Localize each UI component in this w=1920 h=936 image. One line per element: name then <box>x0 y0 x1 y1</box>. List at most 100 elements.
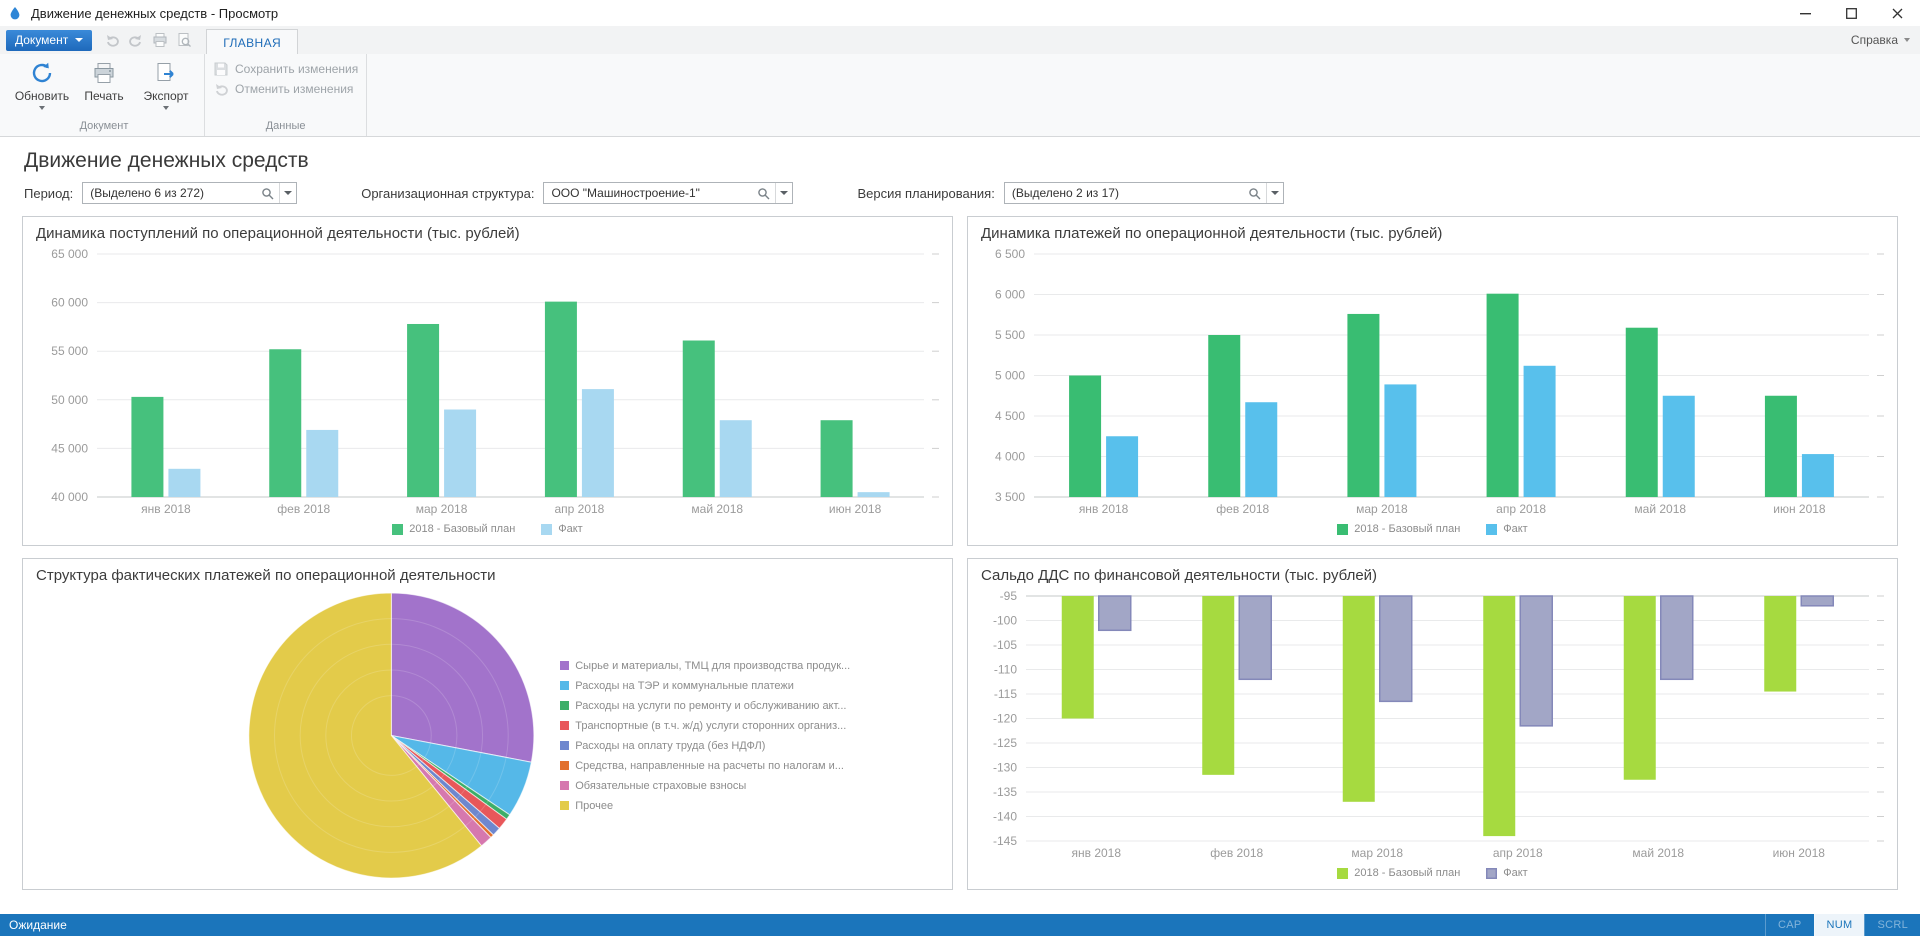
receipts-bar-chart: 40 00045 00050 00055 00060 00065 000янв … <box>33 246 942 519</box>
org-structure-filter-dropdown[interactable]: ООО "Машиностроение-1" <box>543 182 793 204</box>
svg-text:фев 2018: фев 2018 <box>1210 846 1263 860</box>
cancel-changes-label: Отменить изменения <box>235 82 353 96</box>
legend-item: 2018 - Базовый план <box>1337 523 1460 535</box>
chevron-down-icon <box>163 106 169 110</box>
svg-text:4 000: 4 000 <box>995 450 1025 464</box>
chevron-down-icon[interactable] <box>775 183 792 203</box>
svg-text:40 000: 40 000 <box>51 490 88 504</box>
window-controls <box>1782 0 1920 26</box>
legend-item: Расходы на ТЭР и коммунальные платежи <box>560 680 938 692</box>
svg-text:-145: -145 <box>993 834 1017 848</box>
svg-text:5 000: 5 000 <box>995 369 1025 383</box>
svg-text:65 000: 65 000 <box>51 247 88 261</box>
refresh-icon <box>30 60 54 86</box>
minimize-button[interactable] <box>1782 0 1828 26</box>
svg-text:-100: -100 <box>993 614 1017 628</box>
undo-icon[interactable] <box>104 32 120 48</box>
search-icon <box>752 187 775 200</box>
legend-item: 2018 - Базовый план <box>1337 867 1460 879</box>
legend-swatch <box>1337 868 1348 879</box>
filters-row: Период: (Выделено 6 из 272) Организацион… <box>24 182 1898 204</box>
tab-main[interactable]: ГЛАВНАЯ <box>206 29 298 55</box>
ribbon-group-document: Обновить Печать Экспорт <box>4 54 205 136</box>
plan-version-filter-dropdown[interactable]: (Выделено 2 из 17) <box>1004 182 1284 204</box>
quick-access-toolbar <box>104 32 192 48</box>
svg-text:янв 2018: янв 2018 <box>1079 502 1129 516</box>
app-icon <box>8 5 24 21</box>
balance-bar-chart: -145-140-135-130-125-120-115-110-105-100… <box>978 588 1887 863</box>
export-button[interactable]: Экспорт <box>136 57 196 110</box>
filter-value: (Выделено 6 из 272) <box>83 186 256 200</box>
titlebar: Движение денежных средств - Просмотр <box>0 0 1920 26</box>
legend-swatch <box>560 701 569 710</box>
chart-title: Сальдо ДДС по финансовой деятельности (т… <box>981 567 1887 584</box>
main-content: Движение денежных средств Период: (Выдел… <box>0 137 1920 936</box>
svg-text:-115: -115 <box>994 687 1017 701</box>
legend-label: Расходы на оплату труда (без НДФЛ) <box>575 740 765 752</box>
svg-text:55 000: 55 000 <box>51 344 88 358</box>
legend-swatch <box>560 661 569 670</box>
panel-payments-structure: Структура фактических платежей по операц… <box>22 558 953 890</box>
scroll-indicator: SCRL <box>1864 914 1920 936</box>
legend-item: Средства, направленные на расчеты по нал… <box>560 760 938 772</box>
payments-structure-pie-chart <box>33 588 560 883</box>
undo-icon <box>213 81 229 97</box>
filter-plan-version: Версия планирования: (Выделено 2 из 17) <box>857 182 1283 204</box>
search-icon <box>256 187 279 200</box>
legend-label: Обязательные страховые взносы <box>575 780 746 792</box>
legend-item: Факт <box>1486 523 1527 535</box>
cancel-changes-button[interactable]: Отменить изменения <box>213 81 353 97</box>
export-label: Экспорт <box>143 89 188 103</box>
filter-org-structure: Организационная структура: ООО "Машиност… <box>361 182 793 204</box>
svg-text:-110: -110 <box>994 663 1017 677</box>
svg-text:июн 2018: июн 2018 <box>1773 502 1826 516</box>
window-title: Движение денежных средств - Просмотр <box>31 6 278 21</box>
print-icon[interactable] <box>152 32 168 48</box>
help-label: Справка <box>1851 33 1898 47</box>
panel-cash-balance: Сальдо ДДС по финансовой деятельности (т… <box>967 558 1898 890</box>
legend-item: Сырье и материалы, ТМЦ для производства … <box>560 660 938 672</box>
legend-item: 2018 - Базовый план <box>392 523 515 535</box>
refresh-button[interactable]: Обновить <box>12 57 72 110</box>
print-preview-icon[interactable] <box>176 32 192 48</box>
legend-swatch <box>560 741 569 750</box>
legend-swatch <box>560 721 569 730</box>
period-filter-dropdown[interactable]: (Выделено 6 из 272) <box>82 182 297 204</box>
legend-swatch <box>1486 524 1497 535</box>
print-label: Печать <box>84 89 123 103</box>
save-changes-button[interactable]: Сохранить изменения <box>213 61 358 77</box>
charts-row-bottom: Структура фактических платежей по операц… <box>22 558 1898 890</box>
status-text: Ожидание <box>9 918 67 932</box>
close-button[interactable] <box>1874 0 1920 26</box>
svg-text:6 500: 6 500 <box>995 247 1025 261</box>
svg-text:май 2018: май 2018 <box>691 502 743 516</box>
svg-text:янв 2018: янв 2018 <box>1071 846 1121 860</box>
svg-text:-140: -140 <box>993 810 1017 824</box>
legend-label: Средства, направленные на расчеты по нал… <box>575 760 844 772</box>
legend-item: Факт <box>541 523 582 535</box>
redo-icon[interactable] <box>128 32 144 48</box>
legend-label: Прочее <box>575 800 613 812</box>
search-icon <box>1243 187 1266 200</box>
svg-text:апр 2018: апр 2018 <box>554 502 604 516</box>
svg-text:45 000: 45 000 <box>51 441 88 455</box>
document-menu-button[interactable]: Документ <box>6 30 92 51</box>
help-menu[interactable]: Справка <box>1851 33 1910 47</box>
chevron-down-icon[interactable] <box>1266 183 1283 203</box>
legend-label: Факт <box>1503 523 1527 535</box>
page-title: Движение денежных средств <box>24 149 1898 173</box>
chevron-down-icon <box>75 38 83 42</box>
legend-swatch <box>560 781 569 790</box>
ribbon-group-label: Данные <box>213 118 358 136</box>
chart-legend: 2018 - Базовый план Факт <box>33 519 942 539</box>
chevron-down-icon[interactable] <box>279 183 296 203</box>
legend-item: Прочее <box>560 800 938 812</box>
print-button[interactable]: Печать <box>74 57 134 110</box>
panel-receipts-dynamics: Динамика поступлений по операционной дея… <box>22 216 953 546</box>
legend-item: Обязательные страховые взносы <box>560 780 938 792</box>
maximize-button[interactable] <box>1828 0 1874 26</box>
chart-legend: 2018 - Базовый план Факт <box>978 519 1887 539</box>
svg-text:50 000: 50 000 <box>51 393 88 407</box>
save-icon <box>213 61 229 77</box>
svg-text:-125: -125 <box>993 736 1017 750</box>
